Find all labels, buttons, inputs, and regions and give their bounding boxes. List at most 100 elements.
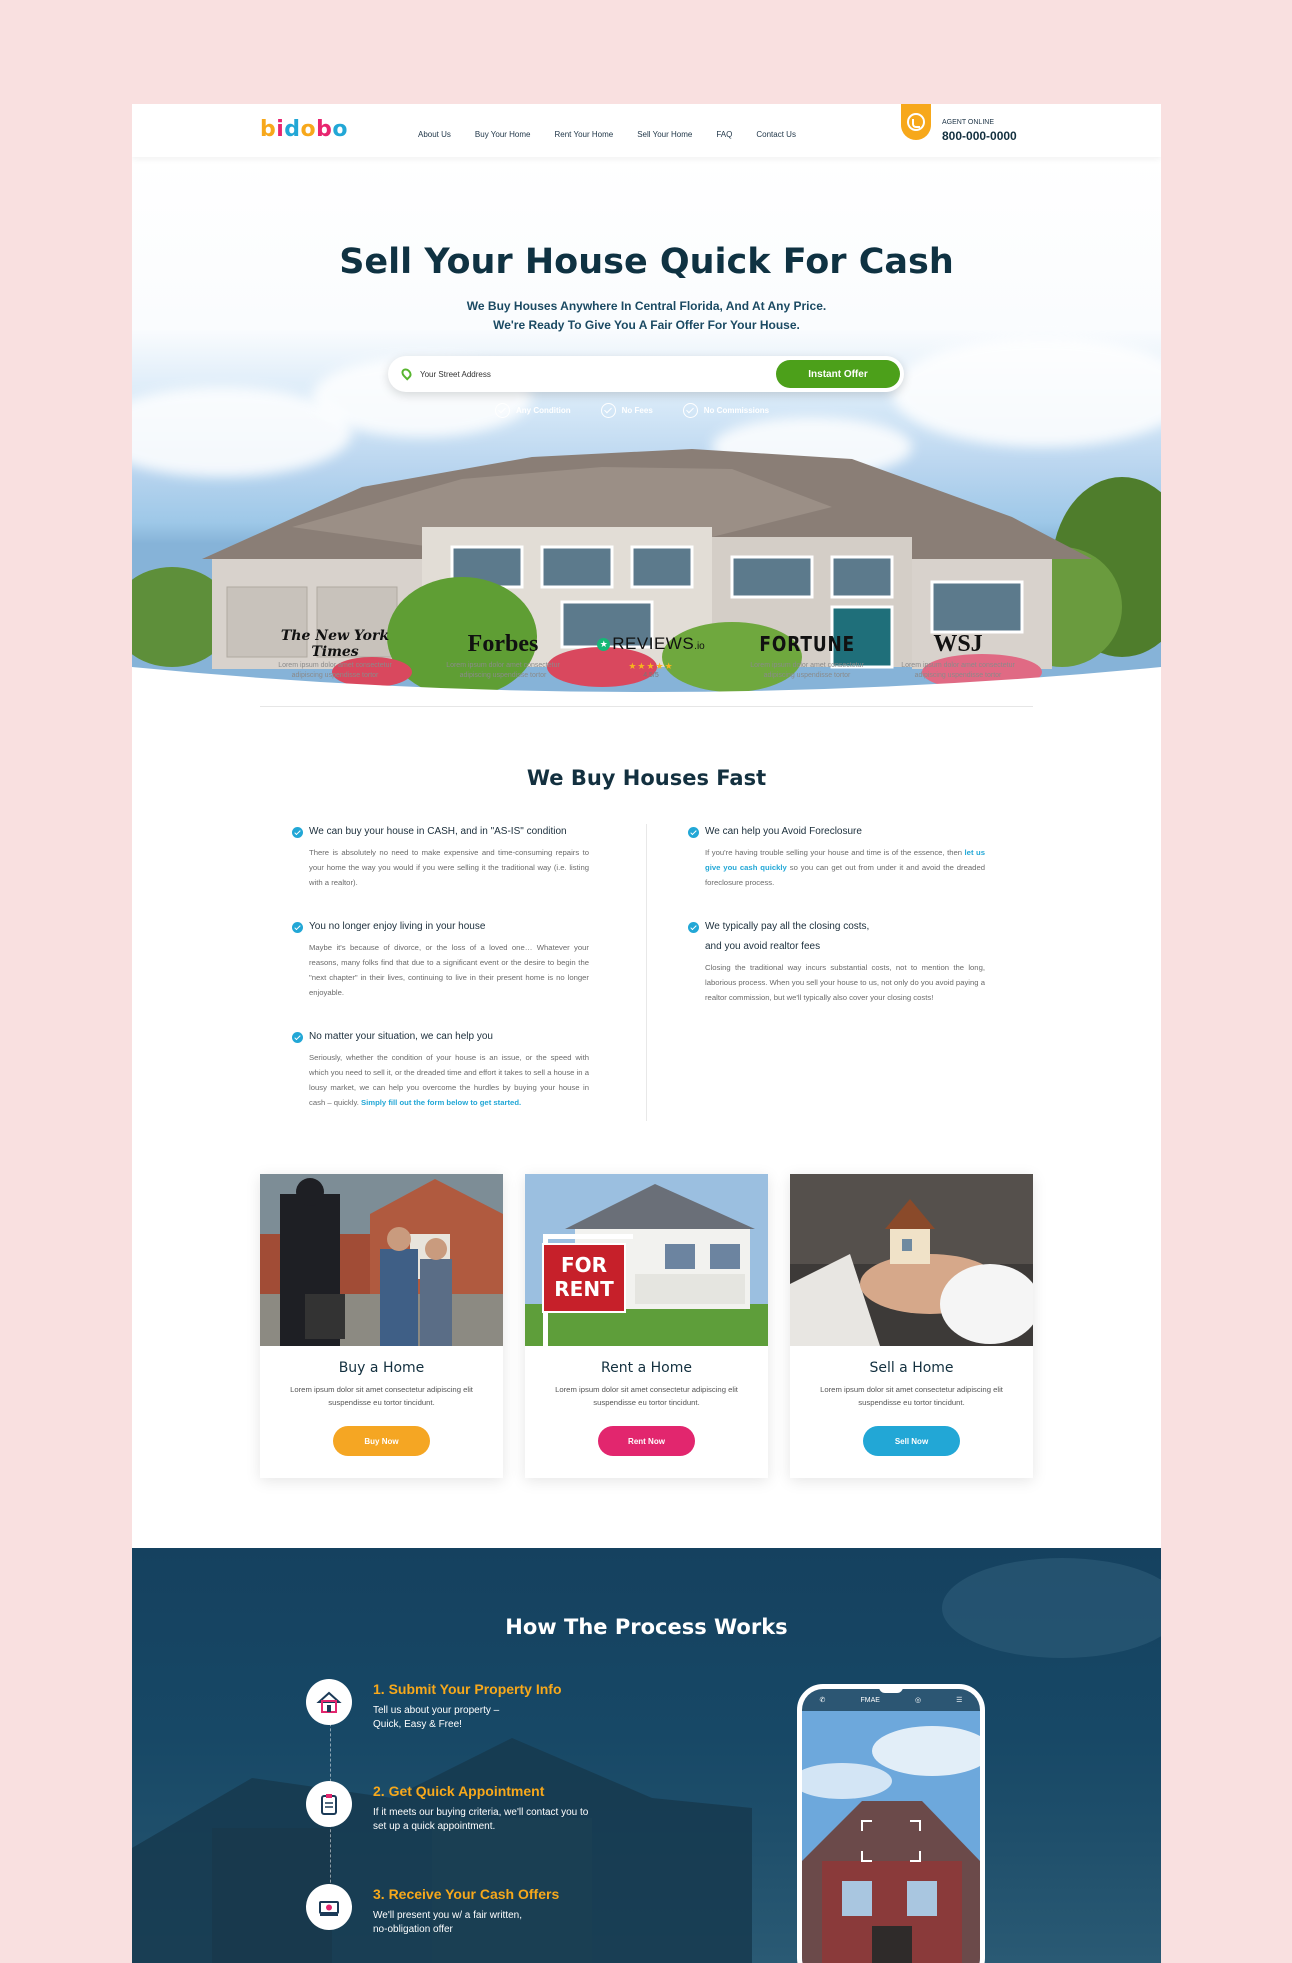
feature-label: No Fees: [621, 406, 653, 415]
rating-value: 4.5/5: [643, 672, 659, 679]
feature-any-condition: Any Condition: [495, 403, 571, 418]
media-item-forbes: Forbes Lorem ipsum dolor amet consectetu…: [428, 627, 578, 681]
reason-heading: No matter your situation, we can help yo…: [309, 1031, 493, 1042]
rating-stars: ★★★★★: [628, 661, 674, 671]
hero-features: Any Condition No Fees No Commissions: [495, 403, 769, 418]
buy-home-photo: [260, 1174, 503, 1346]
feature-label: Any Condition: [516, 406, 571, 415]
rent-now-button[interactable]: Rent Now: [598, 1426, 695, 1456]
nav-sell-your-home[interactable]: Sell Your Home: [637, 130, 692, 139]
sell-home-photo: [790, 1174, 1033, 1346]
media-item-wsj: WSJ Lorem ipsum dolor amet consectetur a…: [883, 627, 1033, 681]
step-text-line: Quick, Easy & Free!: [373, 1719, 462, 1730]
media-caption: Lorem ipsum dolor amet consectetur: [278, 662, 392, 669]
hero-title: Sell Your House Quick For Cash: [339, 242, 954, 282]
phone-menu-icon: ☰: [956, 1697, 963, 1704]
reason-heading: and you avoid realtor fees: [705, 941, 821, 952]
reason-body: Maybe it's because of divorce, or the lo…: [309, 943, 589, 997]
check-icon: [688, 922, 699, 933]
card-text: Lorem ipsum dolor sit amet consectetur a…: [555, 1385, 738, 1407]
phone-notch: [879, 1689, 903, 1693]
star-badge-icon: ★: [597, 637, 611, 651]
logo-letter: d: [284, 117, 301, 142]
check-icon: [292, 922, 303, 933]
phone-number[interactable]: 800-000-0000: [942, 129, 1017, 143]
hero-subtitle: We Buy Houses Anywhere In Central Florid…: [466, 299, 827, 313]
nav-rent-your-home[interactable]: Rent Your Home: [555, 130, 614, 139]
nav-faq[interactable]: FAQ: [716, 130, 732, 139]
agent-online-label: AGENT ONLINE: [942, 119, 994, 126]
step-text-line: We'll present you w/ a fair written,: [373, 1910, 523, 1921]
reason-heading: We can buy your house in CASH, and in "A…: [309, 826, 567, 837]
step-title: 2. Get Quick Appointment: [373, 1783, 545, 1799]
nav-about-us[interactable]: About Us: [418, 130, 451, 139]
location-pin-icon: [399, 366, 414, 381]
step-text: If it meets our buying criteria, we'll c…: [373, 1806, 663, 1834]
top-navigation: bidobo About Us Buy Your Home Rent Your …: [132, 104, 1161, 157]
card-rent-home: FOR RENT Rent a Home Lorem ipsum dolor s…: [525, 1174, 768, 1478]
step-text-line: set up a quick appointment.: [373, 1821, 496, 1832]
hero-section: Sell Your House Quick For Cash We Buy Ho…: [132, 157, 1161, 694]
phone-call-icon: ✆: [819, 1697, 826, 1704]
media-logos: The New York Times Lorem ipsum dolor ame…: [260, 627, 1033, 707]
nyt-logo: The New York Times: [280, 628, 390, 660]
buy-now-button[interactable]: Buy Now: [333, 1426, 430, 1456]
media-caption: adipiscing uspendisse tortor: [459, 672, 547, 679]
forbes-logo: Forbes: [467, 630, 539, 657]
card-text: Lorem ipsum dolor sit amet consectetur a…: [820, 1385, 1003, 1407]
reason-foreclosure: We can help you Avoid Foreclosure If you…: [688, 822, 985, 890]
section-title: We Buy Houses Fast: [526, 766, 767, 790]
nav-links: About Us Buy Your Home Rent Your Home Se…: [418, 130, 796, 139]
phone-logo-icon: ◎: [914, 1697, 922, 1704]
street-address-input[interactable]: [420, 364, 750, 384]
reason-heading: We typically pay all the closing costs,: [705, 921, 870, 932]
step-text: We'll present you w/ a fair written, no-o…: [373, 1909, 663, 1937]
logo-letter: b: [260, 117, 277, 142]
media-caption: Lorem ipsum dolor amet consectetur: [446, 662, 560, 669]
for-rent-sign-line2: RENT: [554, 1277, 614, 1301]
media-caption: adipiscing uspendisse tortor: [291, 672, 379, 679]
reason-body: Seriously, whether the condition of your…: [292, 1050, 589, 1110]
step-text-line: Tell us about your property –: [373, 1705, 500, 1716]
logo-letter: o: [332, 117, 349, 142]
feature-label: No Commissions: [703, 406, 770, 415]
nav-contact-us[interactable]: Contact Us: [756, 130, 796, 139]
media-caption: Lorem ipsum dolor amet consectetur: [901, 662, 1015, 669]
reason-heading: You no longer enjoy living in your house: [309, 921, 486, 932]
media-caption: Lorem ipsum dolor amet consectetur: [750, 662, 864, 669]
address-search-bar: Instant Offer: [388, 356, 904, 392]
reason-any-situation: No matter your situation, we can help yo…: [292, 1027, 589, 1110]
instant-offer-button[interactable]: Instant Offer: [776, 360, 900, 388]
phone-app-brand: FMAE: [860, 1696, 880, 1704]
phone-badge[interactable]: [901, 104, 931, 140]
media-caption: adipiscing uspendisse tortor: [763, 672, 851, 679]
check-circle-icon: [600, 403, 616, 418]
step-title: 3. Receive Your Cash Offers: [373, 1886, 560, 1902]
reason-body: Closing the traditional way incurs subst…: [705, 963, 985, 1002]
check-icon: [688, 827, 699, 838]
reason-heading: We can help you Avoid Foreclosure: [705, 826, 862, 837]
reason-text: If you're having trouble selling your ho…: [705, 848, 963, 857]
column-divider: [646, 824, 647, 1121]
sell-now-button[interactable]: Sell Now: [863, 1426, 960, 1456]
section-title: How The Process Works: [505, 1615, 788, 1639]
bidobo-logo[interactable]: bidobo: [260, 117, 348, 142]
hero-subtitle: We're Ready To Give You A Fair Offer For…: [493, 318, 800, 332]
check-circle-icon: [682, 403, 698, 418]
reason-body: There is absolutely no need to make expe…: [309, 848, 589, 887]
check-icon: [292, 827, 303, 838]
check-icon: [292, 1032, 303, 1043]
reason-no-longer-enjoy: You no longer enjoy living in your house…: [292, 917, 589, 1000]
card-title: Rent a Home: [601, 1360, 692, 1376]
media-item-fortune: FORTUNE Lorem ipsum dolor amet consectet…: [732, 627, 882, 681]
nav-buy-your-home[interactable]: Buy Your Home: [475, 130, 531, 139]
media-item-reviews: ★ REVIEWS .io ★★★★★ 4.5/5: [576, 627, 726, 679]
get-started-link[interactable]: Simply fill out the form below to get st…: [361, 1098, 521, 1107]
for-rent-sign-line1: FOR: [561, 1253, 607, 1277]
card-title: Sell a Home: [869, 1360, 954, 1376]
rent-home-photo: FOR RENT: [525, 1174, 768, 1346]
house-form-icon: [306, 1679, 352, 1725]
card-buy-home: Buy a Home Lorem ipsum dolor sit amet co…: [260, 1174, 503, 1478]
site-container: bidobo About Us Buy Your Home Rent Your …: [132, 104, 1161, 1963]
card-text: Lorem ipsum dolor sit amet consectetur a…: [290, 1385, 473, 1407]
